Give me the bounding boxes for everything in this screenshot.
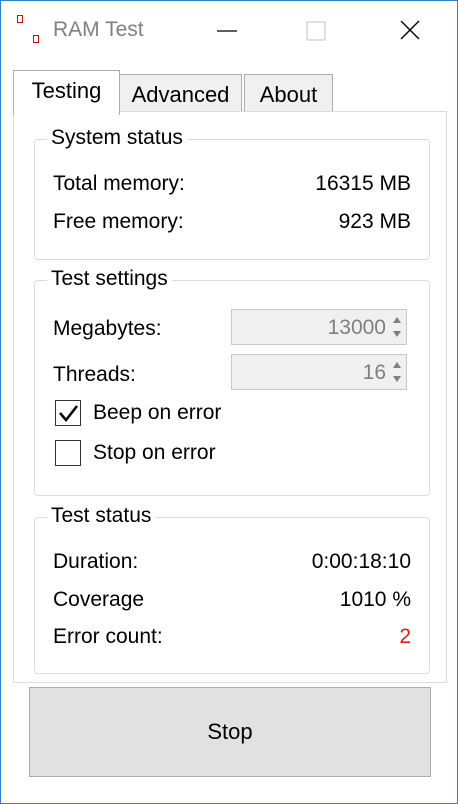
test-settings-title: Test settings xyxy=(47,267,172,291)
free-memory-row: Free memory: 923 MB xyxy=(53,210,411,238)
coverage-label: Coverage xyxy=(53,588,145,611)
app-icon xyxy=(17,15,39,45)
tab-testing[interactable]: Testing xyxy=(13,70,120,115)
megabytes-value: 13000 xyxy=(327,316,386,339)
minimize-icon xyxy=(217,30,237,32)
beep-on-error-checkbox[interactable] xyxy=(55,400,81,426)
megabytes-spinner[interactable]: 13000 xyxy=(231,309,407,345)
threads-spinner[interactable]: 16 xyxy=(231,354,407,390)
minimize-button[interactable] xyxy=(201,13,247,49)
total-memory-row: Total memory: 16315 MB xyxy=(53,172,411,200)
free-memory-value: 923 MB xyxy=(338,210,411,233)
test-settings-group: Test settings Megabytes: 13000 Threads: … xyxy=(34,267,430,496)
megabytes-row: Megabytes: xyxy=(53,317,233,345)
threads-value: 16 xyxy=(362,361,386,384)
system-status-group: System status Total memory: 16315 MB Fre… xyxy=(34,126,430,260)
tab-advanced[interactable]: Advanced xyxy=(119,74,242,114)
test-status-group: Test status Duration: 0:00:18:10 Coverag… xyxy=(34,504,430,674)
coverage-value: 1010 % xyxy=(339,588,411,611)
megabytes-label: Megabytes: xyxy=(53,317,162,340)
checkmark-icon xyxy=(59,405,78,422)
spinner-arrows-icon[interactable] xyxy=(390,357,404,387)
title-bar[interactable]: RAM Test xyxy=(1,1,457,61)
close-icon xyxy=(400,20,420,40)
test-status-title: Test status xyxy=(47,504,156,528)
coverage-row: Coverage 1010 % xyxy=(53,588,411,616)
duration-label: Duration: xyxy=(53,550,139,573)
maximize-button xyxy=(293,13,339,49)
tab-panel-testing: System status Total memory: 16315 MB Fre… xyxy=(13,111,447,683)
duration-row: Duration: 0:00:18:10 xyxy=(53,550,411,578)
app-window: RAM Test Testing Advanced About System s… xyxy=(0,0,458,804)
error-count-label: Error count: xyxy=(53,625,163,648)
window-title: RAM Test xyxy=(53,18,144,41)
stop-on-error-checkbox[interactable] xyxy=(55,440,81,466)
total-memory-value: 16315 MB xyxy=(315,172,411,195)
error-count-value: 2 xyxy=(399,625,411,648)
stop-on-error-label[interactable]: Stop on error xyxy=(93,441,216,465)
threads-label: Threads: xyxy=(53,363,136,386)
total-memory-label: Total memory: xyxy=(53,172,185,195)
tab-about[interactable]: About xyxy=(244,74,333,114)
spinner-arrows-icon[interactable] xyxy=(390,312,404,342)
close-button[interactable] xyxy=(387,13,433,49)
duration-value: 0:00:18:10 xyxy=(311,550,411,573)
stop-button[interactable]: Stop xyxy=(29,687,431,777)
free-memory-label: Free memory: xyxy=(53,210,184,233)
beep-on-error-label[interactable]: Beep on error xyxy=(93,401,221,425)
maximize-icon xyxy=(306,21,326,41)
error-count-row: Error count: 2 xyxy=(53,625,411,653)
threads-row: Threads: xyxy=(53,363,233,391)
system-status-title: System status xyxy=(47,126,187,150)
